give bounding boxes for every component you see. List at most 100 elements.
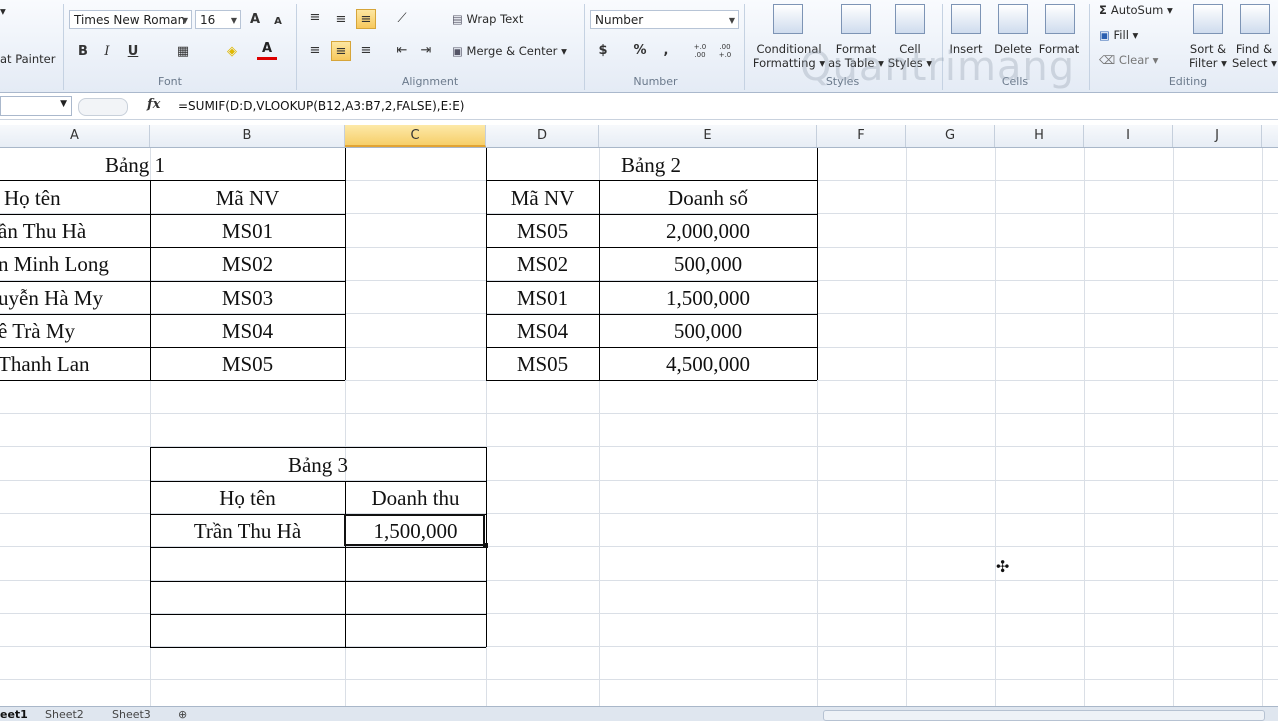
- align-bottom-icon[interactable]: ≡: [356, 9, 376, 29]
- comma-button[interactable]: ,: [656, 41, 676, 61]
- sort-filter-button[interactable]: Sort & Filter ▾: [1182, 42, 1234, 70]
- table1-cell-name[interactable]: Thanh Lan: [0, 352, 90, 377]
- table2-header-sales[interactable]: Doanh số: [599, 186, 817, 211]
- formula-input[interactable]: =SUMIF(D:D,VLOOKUP(B12,A3:B7,2,FALSE),E:…: [178, 99, 465, 113]
- align-center-icon[interactable]: ≡: [331, 41, 351, 61]
- autosum-label: AutoSum: [1110, 3, 1164, 17]
- table1-header-name[interactable]: Họ tên: [4, 186, 61, 211]
- table1-cell-name[interactable]: ê Trà My: [0, 319, 75, 344]
- find-label-1: Find &: [1235, 42, 1273, 56]
- column-header-c[interactable]: C: [345, 125, 486, 147]
- table1-cell-id[interactable]: MS02: [150, 252, 345, 277]
- merge-center-icon: ▣: [452, 44, 467, 58]
- table2-cell-sales[interactable]: 1,500,000: [599, 286, 817, 311]
- table2-cell-sales[interactable]: 500,000: [599, 252, 817, 277]
- font-color-button[interactable]: A: [257, 41, 277, 60]
- font-name-value: Times New Roman: [74, 13, 186, 27]
- format-painter-button[interactable]: at Painter: [0, 52, 55, 66]
- column-header-a[interactable]: A: [0, 125, 150, 147]
- table1-title[interactable]: Bảng 1: [60, 153, 210, 178]
- wrap-text-button[interactable]: ▤ Wrap Text: [452, 12, 523, 26]
- table1-cell-name[interactable]: ần Thu Hà: [0, 219, 86, 244]
- table2-header-id[interactable]: Mã NV: [486, 186, 599, 211]
- horizontal-scrollbar[interactable]: [823, 710, 1265, 721]
- table1-cell-id[interactable]: MS01: [150, 219, 345, 244]
- formula-bar-buttons: [78, 98, 128, 116]
- table2-cell-id[interactable]: MS04: [486, 319, 599, 344]
- format-as-table-icon: [841, 4, 871, 34]
- align-middle-icon[interactable]: ≡: [331, 10, 351, 30]
- table3-header-name[interactable]: Họ tên: [150, 486, 345, 511]
- table2-cell-sales[interactable]: 2,000,000: [599, 219, 817, 244]
- sheet-tab-3[interactable]: Sheet3: [112, 708, 151, 721]
- align-left-icon[interactable]: ≡: [305, 41, 325, 61]
- underline-button[interactable]: U: [123, 42, 143, 62]
- name-box[interactable]: ▼: [0, 96, 72, 116]
- font-size-dropdown[interactable]: 16 ▼: [195, 10, 241, 29]
- column-header-f[interactable]: F: [817, 125, 906, 147]
- table1-cell-name[interactable]: n Minh Long: [0, 252, 109, 277]
- decrease-decimal-button[interactable]: .00 +.0: [715, 43, 735, 63]
- increase-decimal-button[interactable]: +.0 .00: [690, 43, 710, 63]
- sort-filter-icon: [1193, 4, 1223, 34]
- number-format-dropdown[interactable]: Number ▼: [590, 10, 739, 29]
- fill-color-icon[interactable]: ◈: [222, 42, 242, 62]
- paste-arrow[interactable]: ▾: [0, 4, 6, 18]
- table1-cell-id[interactable]: MS04: [150, 319, 345, 344]
- cell-cursor-icon: ✣: [996, 557, 1010, 576]
- align-top-icon[interactable]: ≡: [305, 8, 325, 28]
- sheet-tab-2[interactable]: Sheet2: [45, 708, 84, 721]
- table2-cell-id[interactable]: MS05: [486, 219, 599, 244]
- merge-center-label: Merge & Center: [466, 44, 558, 58]
- bold-button[interactable]: B: [73, 42, 93, 62]
- decrease-indent-icon[interactable]: ⇤: [392, 41, 412, 61]
- table1-cell-id[interactable]: MS05: [150, 352, 345, 377]
- sort-label-2: Filter: [1189, 56, 1218, 70]
- column-header-i[interactable]: I: [1084, 125, 1173, 147]
- column-header-j[interactable]: J: [1173, 125, 1262, 147]
- italic-button[interactable]: I: [97, 42, 117, 62]
- table1-cell-id[interactable]: MS03: [150, 286, 345, 311]
- grow-font-button[interactable]: A: [245, 10, 265, 30]
- eraser-icon: ⌫: [1099, 53, 1119, 67]
- orientation-icon[interactable]: ⟋: [392, 9, 412, 29]
- clear-button[interactable]: ⌫ Clear ▾: [1099, 53, 1158, 67]
- fill-handle[interactable]: [483, 543, 488, 548]
- column-header-e[interactable]: E: [599, 125, 817, 147]
- table3-cell-name[interactable]: Trần Thu Hà: [150, 519, 345, 544]
- fill-button[interactable]: ▣ Fill ▾: [1099, 28, 1138, 42]
- insert-sheet-icon[interactable]: ⊕: [178, 708, 187, 721]
- autosum-button[interactable]: Σ AutoSum ▾: [1099, 3, 1173, 17]
- table2-title[interactable]: Bảng 2: [546, 153, 756, 178]
- number-format-value: Number: [595, 13, 644, 27]
- font-name-dropdown[interactable]: Times New Roman ▼: [69, 10, 192, 29]
- table3-header-revenue[interactable]: Doanh thu: [345, 486, 486, 511]
- column-header-d[interactable]: D: [486, 125, 599, 147]
- column-header-b[interactable]: B: [150, 125, 345, 147]
- table2-cell-sales[interactable]: 500,000: [599, 319, 817, 344]
- insert-function-button[interactable]: fx: [147, 97, 160, 112]
- percent-button[interactable]: %: [630, 41, 650, 61]
- align-right-icon[interactable]: ≡: [356, 41, 376, 61]
- name-box-dropdown-icon[interactable]: ▼: [60, 99, 67, 109]
- column-header-g[interactable]: G: [906, 125, 995, 147]
- active-cell-c12[interactable]: [344, 514, 485, 546]
- table3-title[interactable]: Bảng 3: [150, 453, 486, 478]
- find-select-button[interactable]: Find & Select ▾: [1232, 42, 1277, 70]
- table2-cell-id[interactable]: MS02: [486, 252, 599, 277]
- merge-center-button[interactable]: ▣ Merge & Center ▾: [452, 44, 567, 58]
- formula-bar: ▼ fx =SUMIF(D:D,VLOOKUP(B12,A3:B7,2,FALS…: [0, 95, 1278, 120]
- table2-cell-sales[interactable]: 4,500,000: [599, 352, 817, 377]
- increase-indent-icon[interactable]: ⇥: [416, 41, 436, 61]
- sheet-tab-1[interactable]: eet1: [0, 708, 28, 721]
- table1-cell-name[interactable]: uyễn Hà My: [0, 286, 103, 311]
- currency-button[interactable]: $: [593, 41, 613, 61]
- conditional-formatting-icon: [773, 4, 803, 34]
- fill-down-icon: ▣: [1099, 28, 1114, 42]
- borders-icon[interactable]: ▦: [173, 42, 193, 62]
- column-header-h[interactable]: H: [995, 125, 1084, 147]
- shrink-font-button[interactable]: A: [268, 12, 288, 32]
- table2-cell-id[interactable]: MS01: [486, 286, 599, 311]
- table1-header-id[interactable]: Mã NV: [150, 186, 345, 211]
- table2-cell-id[interactable]: MS05: [486, 352, 599, 377]
